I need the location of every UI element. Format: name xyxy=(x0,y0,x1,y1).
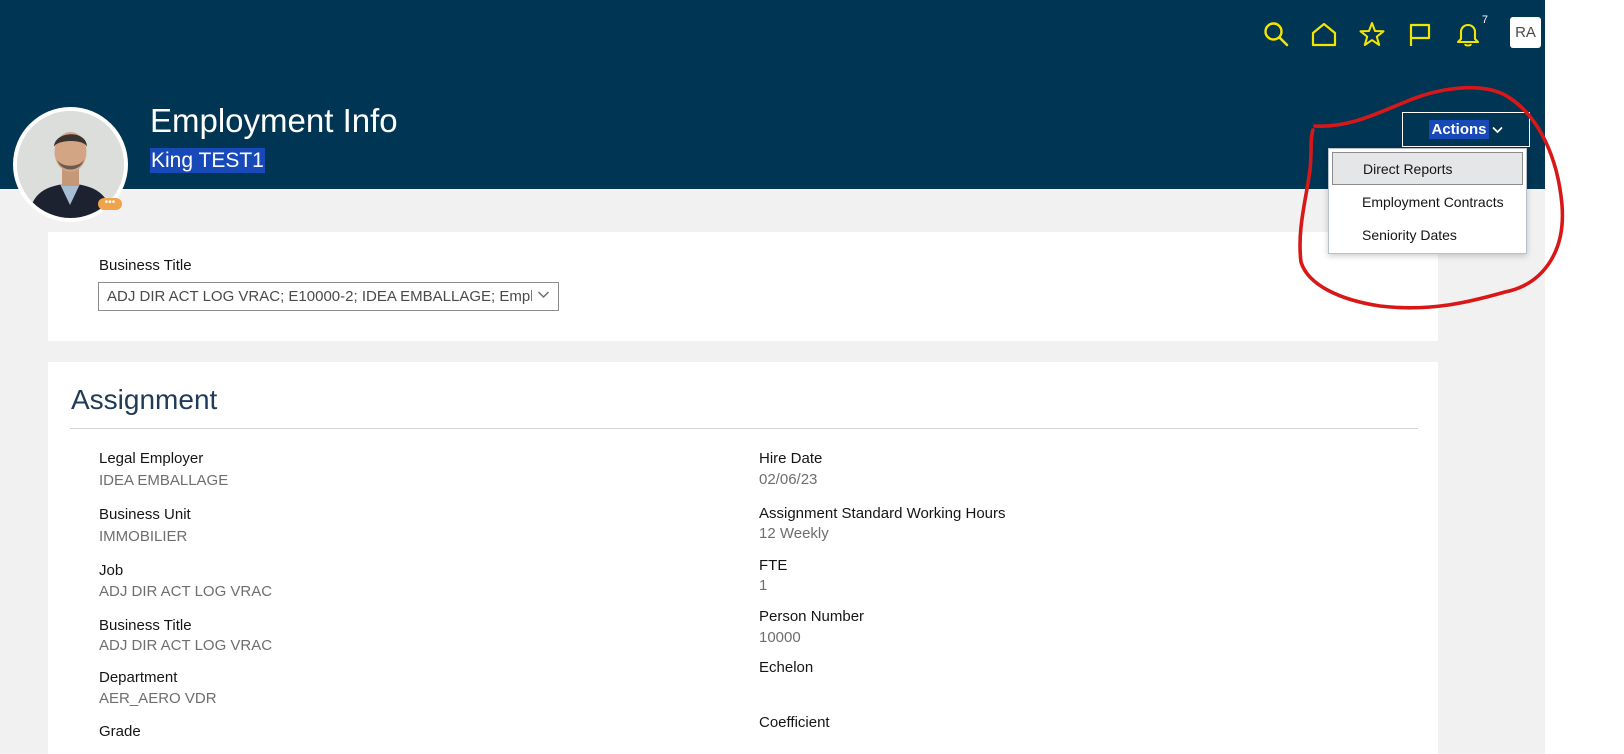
avatar-status-badge[interactable]: ••• xyxy=(98,198,122,210)
actions-menu-button[interactable]: Actions xyxy=(1402,112,1530,147)
hire-date-label: Hire Date xyxy=(759,450,823,467)
home-icon[interactable] xyxy=(1310,20,1338,48)
standard-working-hours-label: Assignment Standard Working Hours xyxy=(759,505,1006,522)
chevron-down-icon xyxy=(537,291,550,299)
assignment-section-title: Assignment xyxy=(71,384,218,415)
department-value: AER_AERO VDR xyxy=(99,690,217,707)
legal-employer-value: IDEA EMBALLAGE xyxy=(99,472,229,489)
grade-label: Grade xyxy=(99,723,141,740)
person-name: King TEST1 xyxy=(150,148,265,173)
fte-value: 1 xyxy=(759,577,768,594)
actions-dropdown-menu: Direct Reports Employment Contracts Seni… xyxy=(1328,148,1527,254)
coefficient-label: Coefficient xyxy=(759,714,830,731)
hire-date-value: 02/06/23 xyxy=(759,471,818,488)
echelon-label: Echelon xyxy=(759,659,814,676)
standard-working-hours-value: 12 Weekly xyxy=(759,525,829,542)
flag-icon[interactable] xyxy=(1406,20,1434,48)
notifications-bell-icon[interactable]: 7 xyxy=(1454,14,1488,48)
notification-count: 7 xyxy=(1481,14,1488,26)
legal-employer-label: Legal Employer xyxy=(99,450,204,467)
menu-item-direct-reports[interactable]: Direct Reports xyxy=(1332,152,1523,185)
business-unit-value: IMMOBILIER xyxy=(99,528,188,545)
person-number-label: Person Number xyxy=(759,608,865,625)
search-icon[interactable] xyxy=(1262,20,1290,48)
actions-button-label: Actions xyxy=(1429,120,1489,139)
global-toolbar: 7 xyxy=(1262,14,1502,50)
business-title-label: Business Title xyxy=(99,257,192,274)
fte-label: FTE xyxy=(759,557,788,574)
section-divider xyxy=(70,428,1418,429)
menu-item-seniority-dates[interactable]: Seniority Dates xyxy=(1329,218,1526,251)
business-unit-label: Business Unit xyxy=(99,506,191,523)
assignment-card xyxy=(48,362,1438,754)
job-value: ADJ DIR ACT LOG VRAC xyxy=(99,583,273,600)
menu-item-employment-contracts[interactable]: Employment Contracts xyxy=(1329,185,1526,218)
department-label: Department xyxy=(99,669,178,686)
favorites-star-icon[interactable] xyxy=(1358,20,1386,48)
business-title-select[interactable]: ADJ DIR ACT LOG VRAC; E10000-2; IDEA EMB… xyxy=(98,282,559,311)
job-label: Job xyxy=(99,562,124,579)
right-margin xyxy=(1545,0,1624,754)
user-avatar-button[interactable]: RA xyxy=(1510,17,1541,48)
chevron-down-icon xyxy=(1491,126,1503,133)
page-title: Employment Info xyxy=(150,102,398,139)
person-number-value: 10000 xyxy=(759,629,801,646)
business-title-field-label: Business Title xyxy=(99,617,192,634)
business-title-selected-value: ADJ DIR ACT LOG VRAC; E10000-2; IDEA EMB… xyxy=(107,288,532,305)
business-title-field-value: ADJ DIR ACT LOG VRAC xyxy=(99,637,273,654)
